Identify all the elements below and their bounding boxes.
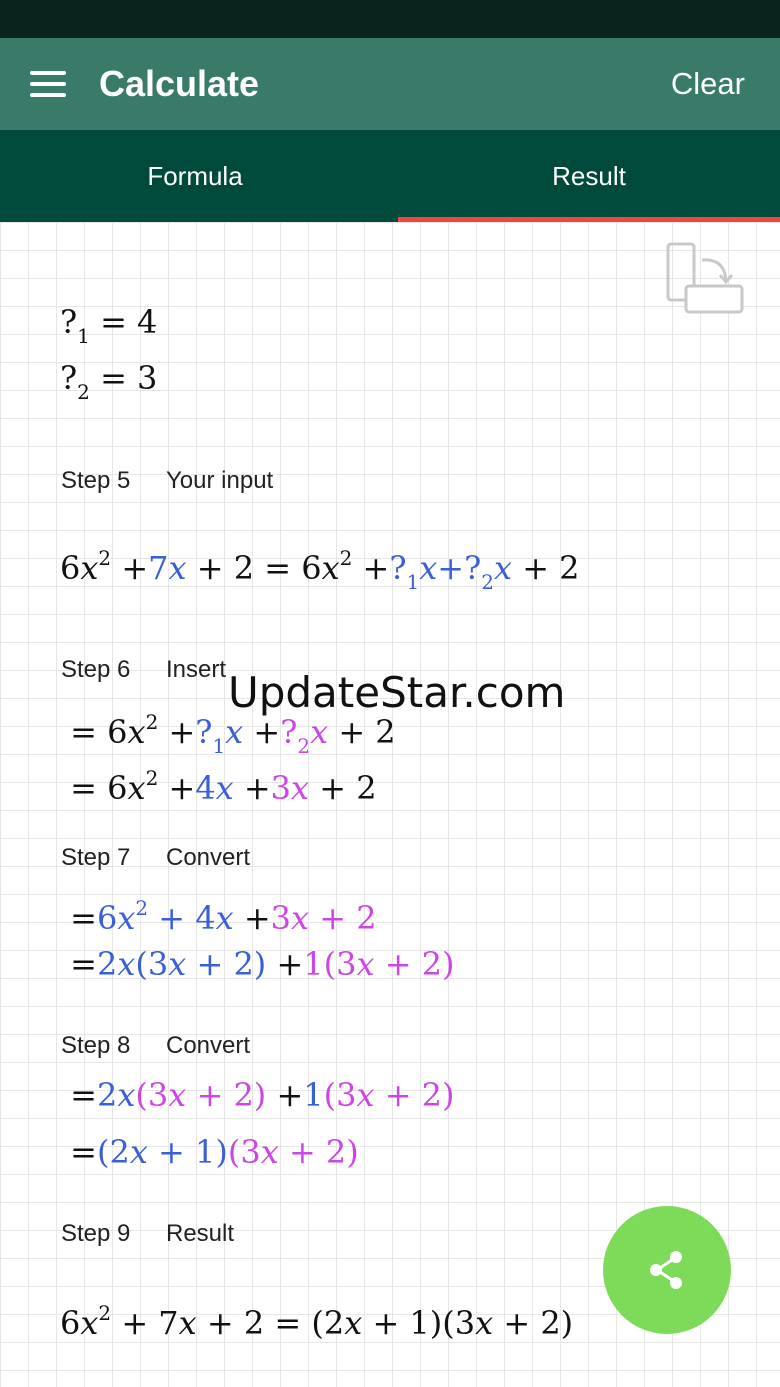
tab-result[interactable]: Result <box>398 130 780 222</box>
tab-bar: Formula Result <box>0 130 780 222</box>
step-8-header: Step 8 Convert <box>61 1030 250 1062</box>
step-number: Step 8 <box>61 1032 131 1059</box>
hamburger-menu-icon[interactable] <box>30 71 68 97</box>
share-button[interactable] <box>603 1206 731 1334</box>
page-title: Calculate <box>99 63 260 104</box>
tab-formula[interactable]: Formula <box>0 130 390 222</box>
step-5-line-1: 6x2 +7x + 2 = 6x2 +?1x+?2x + 2 <box>60 546 580 594</box>
step-6-header: Step 6 Insert <box>61 654 226 686</box>
step-title: Convert <box>166 1032 251 1059</box>
value-line-1: ?1 = 4 <box>60 303 158 348</box>
step-7-header: Step 7 Convert <box>61 842 250 874</box>
step-title: Convert <box>166 844 251 871</box>
step-7-line-1: =6x2 + 4x +3x + 2 <box>60 896 377 937</box>
step-8-line-2: =(2x + 1)(3x + 2) <box>60 1133 359 1171</box>
step-5-header: Step 5 Your input <box>61 465 273 497</box>
step-title: Your input <box>166 467 274 494</box>
step-6-line-2: = 6x2 +4x +3x + 2 <box>60 766 377 807</box>
step-8-line-1: =2x(3x + 2) +1(3x + 2) <box>60 1076 455 1114</box>
watermark: UpdateStar.com <box>228 668 566 717</box>
step-number: Step 5 <box>61 467 131 494</box>
share-icon <box>650 1251 682 1289</box>
status-bar <box>0 0 780 38</box>
step-9-line-1: 6x2 + 7x + 2 = (2x + 1)(3x + 2) <box>60 1301 574 1342</box>
rotate-screen-icon[interactable] <box>664 242 746 320</box>
result-content[interactable]: ?1 = 4 ?2 = 3 Step 5 Your input 6x2 +7x +… <box>0 222 780 1387</box>
step-9-header: Step 9 Result <box>61 1218 234 1250</box>
step-7-line-2: =2x(3x + 2) +1(3x + 2) <box>60 945 455 983</box>
step-number: Step 9 <box>61 1220 131 1247</box>
step-title: Result <box>166 1220 235 1247</box>
app-bar: Calculate Clear <box>0 38 780 130</box>
step-number: Step 6 <box>61 656 131 683</box>
step-title: Insert <box>166 656 227 683</box>
step-number: Step 7 <box>61 844 131 871</box>
value-line-2: ?2 = 3 <box>60 359 158 404</box>
clear-button[interactable]: Clear <box>671 62 745 106</box>
